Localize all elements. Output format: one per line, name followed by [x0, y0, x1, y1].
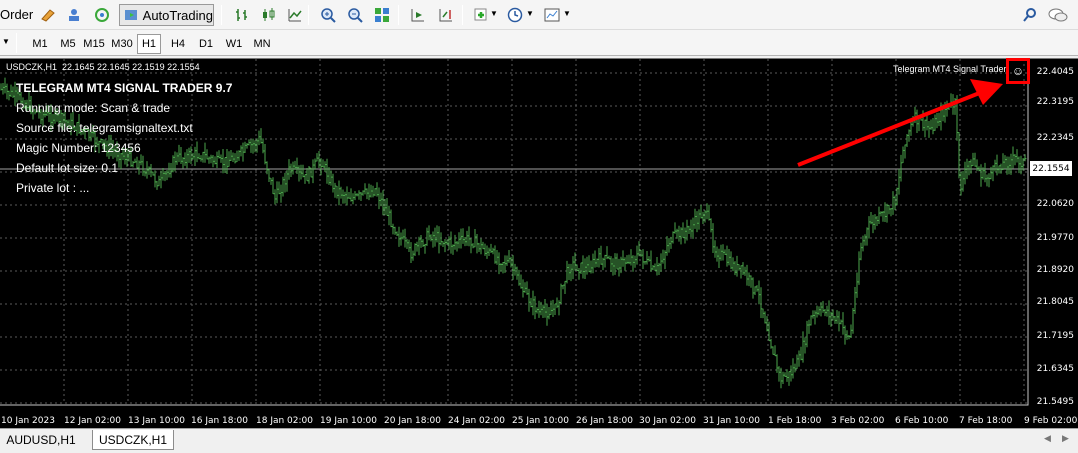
chart-tab[interactable]: AUDUSD,H1 — [2, 430, 80, 450]
periods-icon[interactable] — [505, 5, 525, 25]
signals-icon[interactable] — [92, 5, 112, 25]
zoom-out-icon[interactable] — [345, 5, 365, 25]
price-tick-label: 21.8045 — [1036, 297, 1074, 307]
timeframes-toolbar: ▼ M1 M5 M15 M30 H1 H4 D1 W1 MN — [0, 30, 1078, 56]
ea-info-line: Magic Number: 123456 — [16, 141, 141, 155]
time-tick-label: 1 Feb 18:00 — [768, 416, 822, 426]
chart-tabs: AUDUSD,H1 USDCZK,H1 ◀ ▶ — [0, 428, 1078, 453]
price-tick-label: 21.6345 — [1036, 364, 1074, 374]
time-tick-label: 3 Feb 02:00 — [831, 416, 885, 426]
search-icon[interactable] — [1020, 5, 1040, 25]
time-tick-label: 9 Feb 02:00 — [1024, 416, 1078, 426]
time-tick-label: 31 Jan 10:00 — [703, 416, 760, 426]
time-tick-label: 7 Feb 18:00 — [959, 416, 1013, 426]
price-tick-label: 22.3195 — [1036, 97, 1074, 107]
line-chart-icon[interactable] — [285, 5, 305, 25]
time-tick-label: 25 Jan 10:00 — [512, 416, 569, 426]
chart-symbol-header: USDCZK,H1 22.1645 22.1645 22.1519 22.155… — [6, 62, 200, 72]
new-order-button[interactable]: Order — [0, 7, 33, 22]
price-tick-label: 22.2345 — [1036, 133, 1074, 143]
timeframe-m1[interactable]: M1 — [28, 34, 52, 54]
chart-tab[interactable]: USDCZK,H1 — [92, 430, 174, 450]
time-tick-label: 13 Jan 10:00 — [128, 416, 185, 426]
chart-shift-icon[interactable] — [436, 5, 456, 25]
bar-chart-icon[interactable] — [232, 5, 252, 25]
time-tick-label: 16 Jan 18:00 — [191, 416, 248, 426]
autotrading-icon — [125, 10, 137, 20]
tile-windows-icon[interactable] — [372, 5, 392, 25]
time-tick-label: 20 Jan 18:00 — [384, 416, 441, 426]
time-tick-label: 19 Jan 10:00 — [320, 416, 377, 426]
tabs-scroll-left-icon[interactable]: ◀ — [1044, 433, 1051, 444]
timeframe-w1[interactable]: W1 — [222, 34, 246, 54]
time-tick-label: 18 Jan 02:00 — [256, 416, 313, 426]
time-tick-label: 26 Jan 18:00 — [576, 416, 633, 426]
ea-info-line: Private lot : ... — [16, 181, 90, 195]
ea-info-line: Default lot size: 0.1 — [16, 161, 119, 175]
tabs-scroll-right-icon[interactable]: ▶ — [1062, 433, 1069, 444]
price-tick-label: 21.8920 — [1036, 265, 1074, 275]
ea-info-line: TELEGRAM MT4 SIGNAL TRADER 9.7 — [16, 81, 233, 95]
price-tick-label: 21.7195 — [1036, 331, 1074, 341]
price-tick-label: 21.9770 — [1036, 233, 1074, 243]
price-tick-label: 22.4045 — [1036, 67, 1074, 77]
time-tick-label: 30 Jan 02:00 — [639, 416, 696, 426]
ea-label: Telegram MT4 Signal Trader — [893, 64, 1007, 74]
autoscroll-icon[interactable] — [408, 5, 428, 25]
current-price-label: 22.1554 — [1030, 161, 1072, 176]
templates-dropdown-icon[interactable]: ▼ — [563, 9, 571, 18]
main-toolbar: Order AutoTrading ▼ ▼ ▼ — [0, 0, 1078, 30]
price-chart[interactable]: USDCZK,H1 22.1645 22.1645 22.1519 22.155… — [0, 58, 1078, 428]
indicators-icon[interactable] — [471, 5, 491, 25]
indicators-dropdown-icon[interactable]: ▼ — [490, 9, 498, 18]
metaeditor-icon[interactable] — [38, 5, 58, 25]
annotation-arrow-head — [970, 79, 1003, 105]
annotation-arrow-line — [797, 90, 983, 167]
autotrading-button[interactable]: AutoTrading — [119, 4, 214, 26]
navigator-icon[interactable] — [64, 5, 84, 25]
timeframe-m30[interactable]: M30 — [110, 34, 134, 54]
ea-info-line: Source file: telegramsignaltext.txt — [16, 121, 193, 135]
time-tick-label: 12 Jan 02:00 — [64, 416, 121, 426]
candlestick-icon[interactable] — [258, 5, 278, 25]
timeframe-d1[interactable]: D1 — [194, 34, 218, 54]
price-tick-label: 21.5495 — [1036, 397, 1074, 407]
ea-highlight-box[interactable]: ☺ — [1006, 58, 1030, 84]
chat-icon[interactable] — [1048, 5, 1068, 25]
price-tick-label: 22.0620 — [1036, 199, 1074, 209]
zoom-in-icon[interactable] — [318, 5, 338, 25]
smiley-icon: ☺ — [1011, 64, 1025, 78]
timeframe-h4[interactable]: H4 — [166, 34, 190, 54]
autotrading-label: AutoTrading — [142, 7, 213, 23]
toolbar-dropdown-icon[interactable]: ▼ — [2, 37, 10, 46]
ea-info-line: Running mode: Scan & trade — [16, 101, 171, 115]
timeframe-m15[interactable]: M15 — [82, 34, 106, 54]
templates-icon[interactable] — [542, 5, 562, 25]
timeframe-h1[interactable]: H1 — [137, 34, 161, 54]
periods-dropdown-icon[interactable]: ▼ — [526, 9, 534, 18]
time-tick-label: 6 Feb 10:00 — [895, 416, 949, 426]
time-tick-label: 10 Jan 2023 — [1, 416, 55, 426]
timeframe-m5[interactable]: M5 — [56, 34, 80, 54]
timeframe-mn[interactable]: MN — [250, 34, 274, 54]
time-tick-label: 24 Jan 02:00 — [448, 416, 505, 426]
